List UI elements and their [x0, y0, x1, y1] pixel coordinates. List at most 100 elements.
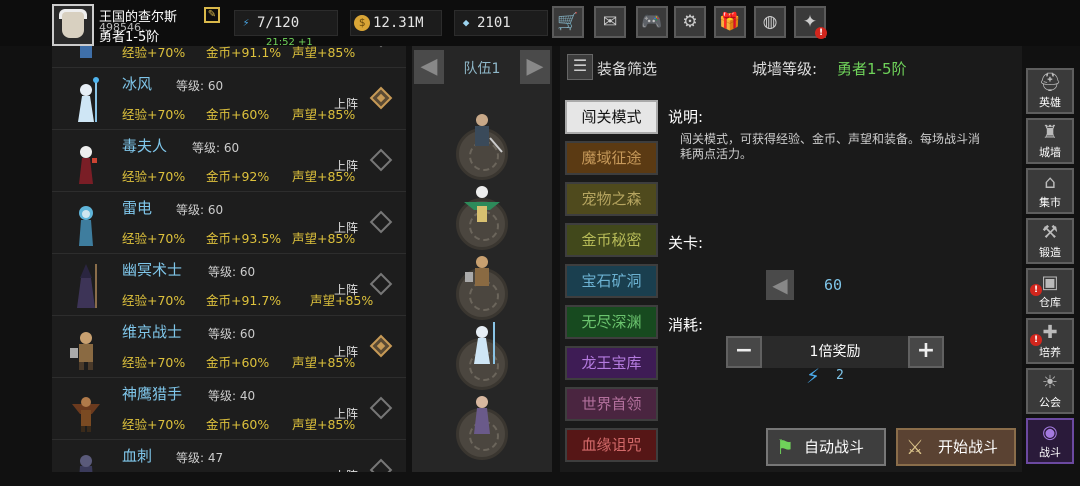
nav-item-heroes[interactable]: ⛑ 英雄	[1026, 68, 1074, 114]
settings-gear-icon[interactable]: ⚙	[674, 6, 706, 38]
hero-select-slot[interactable]	[369, 148, 393, 172]
hero-select-slot[interactable]	[369, 86, 393, 110]
hero-gold-bonus: 金币+93.5%	[205, 231, 282, 246]
mode-button-gem-mine[interactable]: 宝石矿洞	[565, 264, 658, 298]
gamepad-icon[interactable]: 🎮	[636, 6, 668, 38]
market-icon: ⌂	[1044, 172, 1056, 193]
player-rank: 勇者1-5阶	[99, 30, 160, 45]
hero-sprite-thunder	[79, 206, 93, 246]
mode-button-campaign[interactable]: 闯关模式	[565, 100, 658, 134]
stage-number: 60	[824, 276, 843, 294]
start-battle-label: 开始战斗	[938, 438, 999, 456]
hero-row[interactable]: 经验+70% 金币+91.1% 声望+85%	[52, 46, 406, 68]
hero-stats: 经验+70% 金币+60% 声望+85%	[122, 414, 355, 433]
hero-row[interactable]: 神鹰猎手 等级: 40 经验+70% 金币+60% 声望+85% 上阵	[52, 378, 406, 440]
hero-row[interactable]: 维京战士 等级: 60 经验+70% 金币+60% 声望+85% 上阵	[52, 316, 406, 378]
castle-icon: ♜	[1041, 122, 1059, 143]
player-avatar[interactable]	[52, 4, 94, 46]
gold-value: 12.31M	[373, 15, 424, 31]
deployed-tag: 上阵	[334, 221, 359, 235]
team-hero-sprite	[464, 186, 500, 222]
nav-item-forge[interactable]: ⚒ 锻造	[1026, 218, 1074, 264]
hero-gold-bonus: 金币+92%	[205, 169, 270, 184]
arrow-right-icon[interactable]: ▶	[520, 50, 550, 84]
hero-level: 等级: 40	[208, 389, 256, 403]
mode-button-world-boss[interactable]: 世界首领	[565, 387, 658, 421]
energy-counter: ⚡ 7/120	[234, 10, 338, 36]
sparkle-icon[interactable]: ✦ !	[794, 6, 827, 39]
mode-button-dragon-vault[interactable]: 龙王宝库	[565, 346, 658, 380]
hero-exp-bonus: 经验+70%	[122, 417, 186, 432]
gold-coin-icon: $	[354, 15, 370, 31]
gold-counter: $ 12.31M	[350, 10, 442, 36]
hero-select-slot[interactable]	[369, 46, 393, 48]
nav-item-warehouse[interactable]: ▣ ! 仓库	[1026, 268, 1074, 314]
hero-sprite-blood-thorn	[79, 455, 93, 472]
equipment-filter-label[interactable]: 装备筛选	[597, 58, 657, 79]
nav-label: 公会	[1039, 396, 1061, 409]
start-battle-button[interactable]: ⚔ 开始战斗	[896, 428, 1016, 466]
top-bar: 王国的查尔斯 498546... 勇者1-5阶 ✎ 21:52 +1 ⚡ 7/1…	[0, 0, 1080, 48]
arrow-left-icon[interactable]: ◀	[414, 50, 444, 84]
mode-button-endless-abyss[interactable]: 无尽深渊	[565, 305, 658, 339]
gift-icon[interactable]: 🎁	[714, 6, 746, 38]
hero-select-slot[interactable]	[369, 210, 393, 234]
hero-gold-bonus: 金币+91.7%	[205, 293, 282, 308]
hero-select-slot[interactable]	[369, 458, 393, 472]
deployed-tag: 上阵	[334, 407, 359, 421]
mode-panel: ☰ 装备筛选 城墙等级: 勇者1-5阶 闯关模式 魔域征途 宠物之森 金币秘密 …	[560, 46, 1022, 472]
hero-level: 等级: 60	[208, 265, 256, 279]
reward-multiplier-stepper: − 1倍奖励 +	[726, 336, 944, 368]
nav-item-wall[interactable]: ♜ 城墙	[1026, 118, 1074, 164]
hero-row[interactable]: 幽冥术士 等级: 60 经验+70% 金币+91.7% 声望+85% 上阵	[52, 254, 406, 316]
nav-item-battle[interactable]: ◉ 战斗	[1026, 418, 1074, 464]
nav-item-market[interactable]: ⌂ 集市	[1026, 168, 1074, 214]
hero-level: 等级: 60	[192, 141, 240, 155]
hero-level: 等级: 47	[176, 451, 224, 465]
hero-sprite	[80, 46, 92, 58]
hero-gold-bonus: 金币+60%	[205, 107, 270, 122]
hero-sprite-eagle-hunter	[72, 397, 100, 432]
hero-name: 维京战士	[122, 323, 183, 341]
hero-select-slot[interactable]	[369, 334, 393, 358]
hero-gold-bonus: 金币+60%	[205, 355, 270, 370]
hero-exp-bonus: 经验+70%	[122, 355, 186, 370]
deployed-tag: 上阵	[334, 97, 359, 111]
helmet-icon: ⛑	[1038, 72, 1062, 93]
minus-button[interactable]: −	[726, 336, 762, 368]
hero-gold-bonus: 金币+60%	[205, 417, 270, 432]
deployed-tag: 上阵	[334, 283, 359, 297]
hero-row[interactable]: 冰风 等级: 60 经验+70% 金币+60% 声望+85% 上阵	[52, 68, 406, 130]
filter-menu-icon[interactable]: ☰	[567, 54, 593, 80]
mode-button-pet-forest[interactable]: 宠物之森	[565, 182, 658, 216]
hero-level: 等级: 60	[176, 79, 224, 93]
hero-row[interactable]: 雷电 等级: 60 经验+70% 金币+93.5% 声望+85% 上阵	[52, 192, 406, 254]
mode-button-gold-secret[interactable]: 金币秘密	[565, 223, 658, 257]
nav-label: 培养	[1039, 346, 1061, 359]
shop-cart-icon[interactable]: 🛒	[552, 6, 584, 38]
hero-name: 冰风	[122, 75, 153, 93]
hero-name: 幽冥术士	[122, 261, 183, 279]
auto-battle-button[interactable]: ⚑ 自动战斗	[766, 428, 886, 466]
mail-icon[interactable]: ✉	[594, 6, 626, 38]
nav-item-guild[interactable]: ☀ 公会	[1026, 368, 1074, 414]
edit-icon[interactable]: ✎	[204, 7, 220, 23]
hero-select-slot[interactable]	[369, 396, 393, 420]
mode-button-blood-curse[interactable]: 血缘诅咒	[565, 428, 658, 462]
plus-button[interactable]: +	[908, 336, 944, 368]
mode-button-demon-realm[interactable]: 魔域征途	[565, 141, 658, 175]
multiplier-value: 1倍奖励	[809, 344, 861, 360]
nav-item-cultivate[interactable]: ✚ ! 培养	[1026, 318, 1074, 364]
team-hero-sprite	[465, 256, 489, 286]
hero-row[interactable]: 血刺 等级: 47 上阵	[52, 440, 406, 472]
alert-badge: !	[815, 27, 827, 39]
guild-icon: ☀	[1041, 372, 1059, 393]
crossed-swords-icon: ⚔	[906, 435, 924, 459]
stage-prev-arrow-icon[interactable]: ◀	[766, 270, 794, 300]
deployed-tag: 上阵	[334, 467, 358, 472]
hero-list[interactable]: 经验+70% 金币+91.1% 声望+85% 冰风 等级: 60 经验+70% …	[52, 46, 406, 472]
wheel-icon[interactable]: ◍	[754, 6, 786, 38]
hero-name: 雷电	[122, 199, 153, 217]
hero-row[interactable]: 毒夫人 等级: 60 经验+70% 金币+92% 声望+85% 上阵	[52, 130, 406, 192]
hero-stats: 经验+70% 金币+92% 声望+85%	[122, 166, 355, 185]
